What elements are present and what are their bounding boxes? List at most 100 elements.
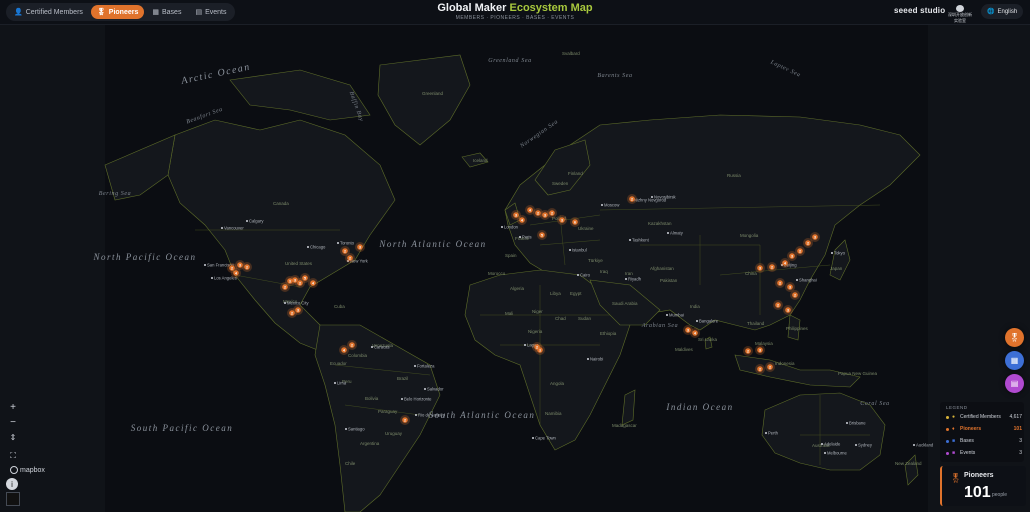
pioneer-marker[interactable]: 2 (767, 262, 777, 272)
pioneer-marker[interactable]: 6 (570, 217, 580, 227)
sea-label: Arabian Sea (641, 323, 678, 329)
pioneer-marker[interactable]: 3 (557, 215, 567, 225)
calendar-icon: ■ (952, 450, 956, 456)
city-label: Bangalore (699, 319, 719, 324)
city-label: Salvador (427, 387, 444, 392)
top-bar: 👤 Certified Members 🎖 Pioneers ▦ Bases ▤ Eve… (0, 0, 1030, 25)
city-label: Sydney (858, 443, 873, 448)
country-label: Morocco (488, 271, 506, 276)
city-dot (666, 314, 668, 316)
city-dot (667, 232, 669, 234)
legend-count: 3 (1019, 450, 1022, 456)
city-dot (601, 204, 603, 206)
marker-count: 3 (789, 285, 791, 289)
pioneer-marker[interactable]: 3 (755, 263, 765, 273)
pioneer-marker[interactable]: 2 (755, 364, 765, 374)
compass-button[interactable]: ⇕ (6, 430, 20, 444)
attribution-info-button[interactable]: i (6, 478, 18, 490)
city-dot (424, 388, 426, 390)
marker-count: 4 (694, 331, 696, 335)
events-layer-button[interactable]: ▤ (1005, 374, 1024, 393)
legend-row-pioneers[interactable]: ♦ Pioneers 101 (946, 424, 1022, 434)
marker-count: 2 (536, 345, 538, 349)
language-selector[interactable]: 🌐 English (981, 4, 1024, 19)
zoom-out-button[interactable]: − (6, 415, 20, 429)
country-label: Canada (273, 201, 289, 206)
pioneer-marker[interactable]: 2 (280, 282, 290, 292)
pioneer-marker[interactable]: 3 (355, 242, 365, 252)
marker-count: 3 (561, 218, 563, 222)
country-label: Ethiopia (600, 331, 617, 336)
pioneer-marker[interactable]: 2 (775, 278, 785, 288)
pioneer-marker[interactable]: 2 (345, 253, 355, 263)
city-label: Riyadh (628, 277, 642, 282)
country-label: Iran (625, 271, 633, 276)
fullscreen-button[interactable]: ⛶ (6, 449, 20, 463)
pioneer-marker[interactable]: 2 (773, 300, 783, 310)
zoom-in-button[interactable]: + (6, 400, 20, 414)
city-label: Lima (337, 381, 347, 386)
country-label: Madagascar (612, 423, 637, 428)
pioneer-marker[interactable]: 2 (532, 342, 542, 352)
pioneer-marker[interactable]: 3 (290, 275, 300, 285)
pioneer-marker[interactable]: 4 (517, 215, 527, 225)
pioneer-marker[interactable]: 2 (400, 415, 410, 425)
marker-count: 3 (814, 235, 816, 239)
city-dot (569, 249, 571, 251)
pioneer-marker[interactable]: 2 (287, 308, 297, 318)
globe-icon: 🌐 (987, 9, 995, 15)
summary-count: 101 (964, 484, 991, 501)
pioneer-marker[interactable]: 2 (765, 362, 775, 372)
legend-label: Events (960, 450, 976, 456)
partner-logo[interactable]: 深圳开放创新实验室 (947, 5, 973, 23)
marker-count: 3 (759, 266, 761, 270)
sea-label: Bering Sea (99, 191, 132, 197)
mapbox-logo[interactable]: mapbox (10, 466, 45, 474)
pioneer-marker[interactable]: 4 (690, 328, 700, 338)
legend-count: 101 (1013, 426, 1022, 432)
city-dot (211, 277, 213, 279)
city-label: Vancouver (224, 226, 244, 231)
pioneer-marker[interactable]: 4 (339, 345, 349, 355)
ocean-label: North Atlantic Ocean (378, 239, 486, 249)
tab-certified-members[interactable]: 👤 Certified Members (8, 5, 89, 19)
marker-count: 4 (312, 281, 314, 285)
pioneers-layer-button[interactable]: 🎖 (1005, 328, 1024, 347)
marker-count: 2 (747, 349, 749, 353)
pioneer-marker[interactable]: 4 (231, 268, 241, 278)
legend-row-certified-members[interactable]: ● Certified Members 4,617 (946, 412, 1022, 422)
city-label: Novosibirsk (654, 195, 677, 200)
city-label: Caracas (374, 345, 390, 350)
country-label: Maldives (675, 347, 694, 352)
city-dot (629, 239, 631, 241)
city-dot (913, 444, 915, 446)
minimap-toggle[interactable] (6, 492, 20, 506)
pioneer-marker[interactable]: 2 (743, 346, 753, 356)
pioneer-marker[interactable]: 2 (795, 246, 805, 256)
tab-bases[interactable]: ▦ Bases (146, 5, 187, 19)
country-label: Svalbard (562, 51, 580, 56)
pioneer-marker[interactable]: 3 (783, 305, 793, 315)
bases-layer-button[interactable]: ▦ (1005, 351, 1024, 370)
city-dot (651, 196, 653, 198)
legend-count: 4,617 (1009, 414, 1022, 420)
pioneer-marker[interactable]: 3 (810, 232, 820, 242)
tab-pioneers[interactable]: 🎖 Pioneers (90, 5, 145, 19)
pioneer-marker[interactable]: 2 (627, 194, 637, 204)
pioneer-marker[interactable]: 5 (537, 230, 547, 240)
country-label: Sri Lanka (698, 337, 718, 342)
legend-row-bases[interactable]: ■ Bases 3 (946, 436, 1022, 446)
seeed-studio-logo[interactable]: seeed studio (894, 6, 945, 15)
pioneer-marker[interactable]: 2 (547, 208, 557, 218)
country-label: Mongolia (740, 233, 759, 238)
marker-count: 4 (529, 208, 531, 212)
tab-events[interactable]: ▤ Events (189, 5, 232, 19)
pioneer-marker[interactable]: 4 (308, 278, 318, 288)
pioneer-marker[interactable]: 2 (242, 262, 252, 272)
country-label: China (745, 271, 757, 276)
city-dot (246, 220, 248, 222)
world-map[interactable]: Arctic Ocean North Pacific Ocean North A… (0, 25, 1030, 512)
pioneer-marker[interactable]: 3 (755, 345, 765, 355)
pioneer-marker[interactable]: 2 (790, 290, 800, 300)
legend-row-events[interactable]: ■ Events 3 (946, 448, 1022, 458)
